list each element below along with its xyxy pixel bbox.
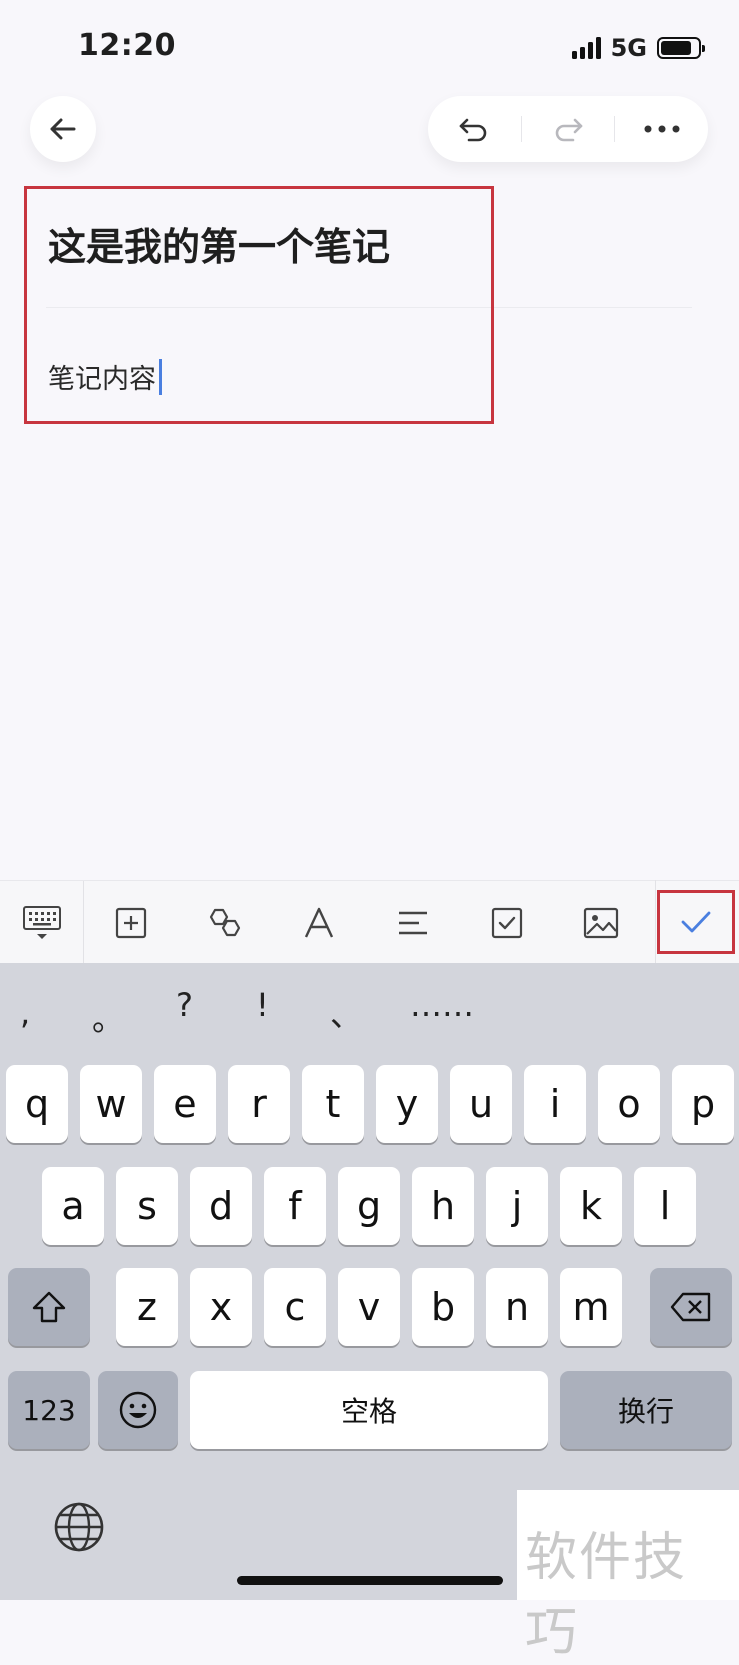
- key-p[interactable]: p: [672, 1065, 734, 1143]
- key-u[interactable]: u: [450, 1065, 512, 1143]
- undo-icon: [460, 118, 487, 142]
- add-box-icon: [115, 907, 147, 938]
- return-key[interactable]: 换行: [560, 1371, 732, 1449]
- action-pill: [428, 96, 708, 162]
- image-button[interactable]: [554, 881, 648, 964]
- check-icon: [681, 911, 711, 933]
- link-button[interactable]: [178, 881, 272, 964]
- key-t[interactable]: t: [302, 1065, 364, 1143]
- home-indicator: [237, 1576, 503, 1585]
- signal-icon: [571, 37, 601, 59]
- align-button[interactable]: [366, 881, 460, 964]
- punctuation-row: , 。 ? ! 、 ……: [0, 986, 739, 1044]
- format-toolbar: [0, 880, 739, 964]
- status-time: 12:20: [78, 28, 176, 63]
- note-highlight-box: [24, 186, 494, 424]
- delete-key[interactable]: [650, 1268, 732, 1346]
- punct-key[interactable]: !: [256, 986, 269, 1024]
- key-w[interactable]: w: [80, 1065, 142, 1143]
- battery-icon: [657, 37, 705, 59]
- key-s[interactable]: s: [116, 1167, 178, 1245]
- key-l[interactable]: l: [634, 1167, 696, 1245]
- back-button[interactable]: [30, 96, 96, 162]
- key-m[interactable]: m: [560, 1268, 622, 1346]
- key-f[interactable]: f: [264, 1167, 326, 1245]
- globe-button[interactable]: [52, 1500, 106, 1558]
- confirm-button[interactable]: [657, 890, 735, 954]
- punct-key[interactable]: 。: [92, 994, 124, 1040]
- checkbox-icon: [491, 907, 523, 938]
- key-d[interactable]: d: [190, 1167, 252, 1245]
- network-type: 5G: [610, 34, 647, 62]
- key-n[interactable]: n: [486, 1268, 548, 1346]
- image-icon: [583, 907, 619, 938]
- key-h[interactable]: h: [412, 1167, 474, 1245]
- toolbar-separator: [655, 880, 656, 963]
- redo-icon: [555, 118, 583, 142]
- key-i[interactable]: i: [524, 1065, 586, 1143]
- redo-button[interactable]: [522, 96, 615, 162]
- key-j[interactable]: j: [486, 1167, 548, 1245]
- key-q[interactable]: q: [6, 1065, 68, 1143]
- key-k[interactable]: k: [560, 1167, 622, 1245]
- numbers-key[interactable]: 123: [8, 1371, 90, 1449]
- hide-keyboard-button[interactable]: [0, 881, 84, 964]
- key-e[interactable]: e: [154, 1065, 216, 1143]
- align-icon: [399, 911, 427, 934]
- key-y[interactable]: y: [376, 1065, 438, 1143]
- checkbox-button[interactable]: [460, 881, 554, 964]
- undo-button[interactable]: [428, 96, 521, 162]
- more-button[interactable]: [615, 96, 708, 162]
- punct-key[interactable]: 、: [330, 990, 362, 1036]
- punct-key[interactable]: ……: [410, 986, 474, 1024]
- key-x[interactable]: x: [190, 1268, 252, 1346]
- font-icon: [304, 907, 334, 938]
- watermark: 软件技巧: [525, 1528, 688, 1663]
- key-o[interactable]: o: [598, 1065, 660, 1143]
- font-button[interactable]: [272, 881, 366, 964]
- insert-button[interactable]: [84, 881, 178, 964]
- key-z[interactable]: z: [116, 1268, 178, 1346]
- globe-icon: [54, 1502, 104, 1552]
- backspace-icon: [670, 1292, 711, 1322]
- key-b[interactable]: b: [412, 1268, 474, 1346]
- shift-icon: [32, 1291, 66, 1323]
- more-icon: [644, 125, 680, 133]
- emoji-key[interactable]: [98, 1371, 178, 1449]
- arrow-left-icon: [50, 118, 76, 140]
- status-indicators: 5G: [571, 34, 705, 62]
- keyboard-hide-icon: [22, 905, 61, 939]
- space-key[interactable]: 空格: [190, 1371, 548, 1449]
- punct-key[interactable]: ?: [176, 986, 193, 1024]
- key-g[interactable]: g: [338, 1167, 400, 1245]
- key-r[interactable]: r: [228, 1065, 290, 1143]
- key-c[interactable]: c: [264, 1268, 326, 1346]
- emoji-icon: [119, 1391, 157, 1429]
- hexagon-link-icon: [209, 908, 241, 936]
- key-a[interactable]: a: [42, 1167, 104, 1245]
- shift-key[interactable]: [8, 1268, 90, 1346]
- punct-key[interactable]: ,: [20, 994, 30, 1032]
- key-v[interactable]: v: [338, 1268, 400, 1346]
